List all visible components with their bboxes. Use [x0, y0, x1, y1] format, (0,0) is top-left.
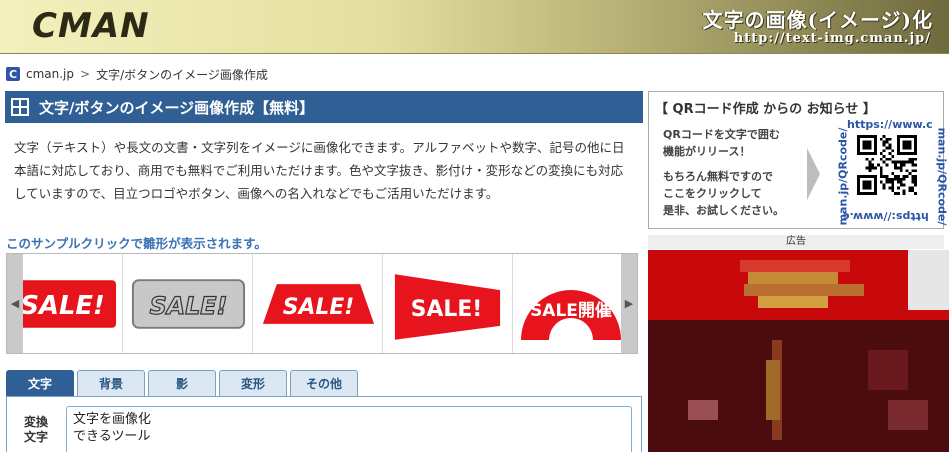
- sample-label: SALE!: [411, 297, 482, 322]
- sample-label: SALE!: [150, 292, 228, 320]
- qr-news-box[interactable]: 【 QRコード作成 からの お知らせ 】 QRコードを文字で囲む 機能がリリース…: [648, 91, 949, 229]
- ad-label: 広告: [648, 235, 944, 249]
- tab-other[interactable]: その他: [290, 370, 358, 396]
- tab-panel-text: 変換 文字: [6, 396, 642, 452]
- page-description: 文字（テキスト）や長文の文書・文字列をイメージに画像化できます。アルファベットや…: [14, 140, 625, 201]
- ad-banner[interactable]: [648, 250, 949, 452]
- label-line: 文字: [23, 430, 48, 444]
- news-line: もちろん無料ですので: [663, 170, 773, 183]
- arrow-right-icon: [807, 148, 820, 200]
- breadcrumb-home-link[interactable]: cman.jp: [26, 67, 74, 81]
- news-line: 是非、お試しください。: [663, 204, 784, 217]
- sample-item-red-fan[interactable]: SALE開催: [513, 254, 623, 353]
- carousel-next-button[interactable]: ▶: [621, 254, 637, 353]
- header-title: 文字の画像(イメージ)化: [702, 8, 933, 32]
- qr-text-bottom: https://www.c: [843, 210, 929, 223]
- sample-item-gray-button[interactable]: SALE!: [123, 254, 253, 353]
- label-line: 変換: [23, 415, 48, 429]
- sample-red-fan-graphic: SALE開催: [521, 290, 621, 340]
- sample-red-flag-graphic: SALE!: [394, 274, 501, 340]
- sample-item-red-flag[interactable]: SALE!: [383, 254, 513, 353]
- ad-image: [648, 250, 949, 452]
- site-logo[interactable]: CMAN: [32, 6, 150, 46]
- grid-icon: [11, 98, 29, 116]
- tab-text[interactable]: 文字: [6, 370, 74, 396]
- page-title-bar: 文字/ボタンのイメージ画像作成【無料】: [5, 91, 643, 123]
- header-url: http://text-img.cman.jp/: [733, 31, 931, 46]
- sample-item-red-trapezoid[interactable]: SALE!: [253, 254, 383, 353]
- convert-text-input[interactable]: [66, 406, 632, 452]
- breadcrumb: C cman.jp > 文字/ボタンのイメージ画像作成: [6, 64, 268, 84]
- sample-label: SALE!: [283, 295, 354, 320]
- qr-text-top: https://www.c: [847, 118, 933, 131]
- qr-text-right: man.jp/QRcode/: [935, 127, 949, 226]
- carousel-slots: SALE! SALE! SALE! SALE! SALE開催: [23, 254, 623, 353]
- site-header: CMAN 文字の画像(イメージ)化 http://text-img.cman.j…: [0, 0, 949, 54]
- tab-transform[interactable]: 変形: [219, 370, 287, 396]
- qr-framed-sample: https://www.c man.jp/QRcode/ man.jp/QRco…: [835, 118, 949, 226]
- convert-text-label: 変換 文字: [21, 415, 51, 445]
- breadcrumb-current: 文字/ボタンのイメージ画像作成: [96, 67, 268, 82]
- tab-background[interactable]: 背景: [77, 370, 145, 396]
- tab-shadow[interactable]: 影: [148, 370, 216, 396]
- page-title: 文字/ボタンのイメージ画像作成【無料】: [39, 98, 315, 117]
- sample-red-trapezoid-graphic: SALE!: [262, 284, 375, 324]
- sample-red-box-graphic: SALE!: [23, 280, 117, 328]
- news-title: 【 QRコード作成 からの お知らせ 】: [655, 102, 876, 117]
- news-line: ここをクリックして: [663, 187, 762, 200]
- arrow-left-icon: ◀: [10, 297, 20, 310]
- cman-icon: C: [6, 67, 20, 81]
- sample-label: SALE!: [23, 291, 105, 321]
- sample-carousel: ◀ SALE! SALE! SALE! SALE! SALE開催 ▶: [6, 253, 638, 354]
- news-line: QRコードを文字で囲む: [663, 128, 780, 141]
- carousel-prev-button[interactable]: ◀: [7, 254, 23, 353]
- sample-item-red-box[interactable]: SALE!: [23, 254, 123, 353]
- news-body: QRコードを文字で囲む 機能がリリース！ もちろん無料ですので ここをクリックし…: [663, 126, 815, 219]
- settings-tabs: 文字 背景 影 変形 その他: [6, 370, 361, 396]
- arrow-right-icon: ▶: [624, 297, 634, 310]
- breadcrumb-separator: >: [80, 67, 91, 81]
- qr-code-icon: [857, 135, 917, 195]
- news-line: 機能がリリース！: [663, 145, 751, 158]
- sample-gray-button-graphic: SALE!: [131, 279, 246, 329]
- sample-label: SALE開催: [530, 300, 612, 321]
- sample-hint: このサンプルクリックで雛形が表示されます。: [6, 236, 267, 251]
